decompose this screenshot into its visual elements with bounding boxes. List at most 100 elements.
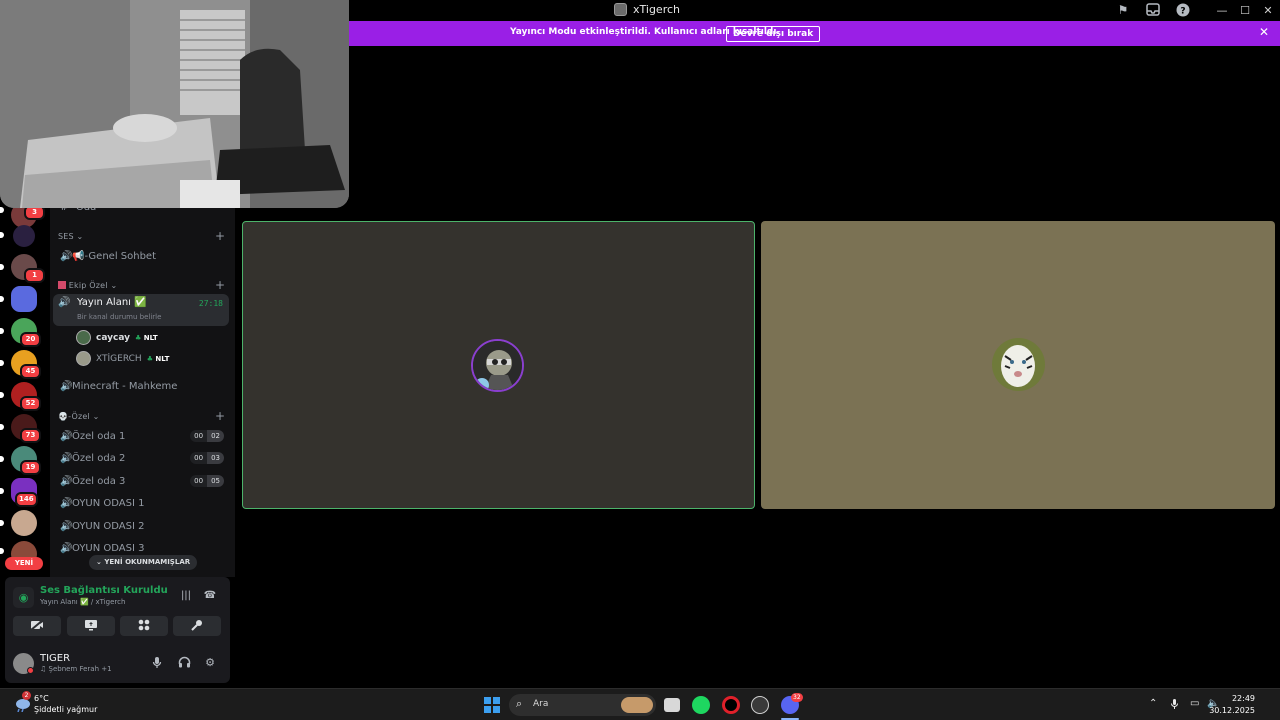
unread-pill-label: YENİ OKUNMAMIŞLAR (104, 558, 191, 566)
temperature[interactable]: 6°C (34, 694, 49, 703)
add-channel-icon[interactable]: + (215, 278, 225, 292)
voice-connection-panel: ◉ Ses Bağlantısı Kuruldu Yayın Alanı ✅ /… (5, 577, 230, 683)
chevron-up-icon[interactable]: ⌃ (1149, 698, 1157, 709)
voice-user[interactable]: XTİGERCH ♣ NLT (76, 351, 169, 366)
taskbar-search[interactable]: ⌕ Ara (509, 694, 656, 716)
file-explorer-icon[interactable] (664, 698, 680, 712)
mention-badge: 19 (20, 460, 41, 475)
server-icon[interactable] (11, 286, 37, 312)
user-limit: 02 (207, 430, 224, 442)
speaker-icon: 🔊 (60, 250, 73, 262)
mention-badge: 146 (15, 492, 38, 507)
channel-ozel-oda-3[interactable]: 🔊 Özel oda 3 00 05 (54, 471, 229, 491)
channel-yayin-alani[interactable]: 🔊 Yayın Alanı ✅ 27:18 Bir kanal durumu b… (53, 294, 229, 326)
user-count: 00 (190, 430, 208, 442)
leaf-icon: ♣ (146, 354, 153, 363)
microphone-icon[interactable] (150, 656, 164, 670)
clan-tag-label: NLT (143, 333, 158, 342)
category-label: SES (58, 232, 74, 241)
close-window-button[interactable]: ✕ (1257, 2, 1279, 19)
network-icon[interactable]: ▭ (1190, 698, 1199, 709)
channel-label: OYUN ODASI 3 (72, 542, 145, 554)
screen-share-button[interactable] (67, 616, 115, 636)
webcam-overlay (0, 0, 349, 208)
channel-label: OYUN ODASI 2 (72, 520, 145, 532)
username[interactable]: TIGER (40, 653, 70, 664)
channel-oyun-odasi-1[interactable]: 🔊 OYUN ODASI 1 (54, 493, 229, 513)
flag-icon[interactable]: ⚑ (1115, 3, 1131, 18)
windows-taskbar: 2 6°C Şiddetli yağmur ⌕ Ara 32 ⌃ ▭ 🔈 22:… (0, 688, 1280, 720)
disconnect-icon[interactable]: ☎ (203, 590, 217, 604)
category-ekip-ozel[interactable]: Ekip Özel ⌄ (58, 281, 117, 290)
disable-streamer-mode-button[interactable]: Devre dışı bırak (726, 26, 821, 42)
server-icon[interactable] (13, 225, 35, 247)
microphone-tray-icon[interactable] (1170, 698, 1179, 713)
opera-icon[interactable] (722, 696, 740, 714)
app-icon[interactable] (751, 696, 769, 714)
settings-gear-icon[interactable]: ⚙ (203, 656, 217, 670)
noise-suppression-icon[interactable]: ||| (179, 590, 193, 604)
channel-ozel-oda-2[interactable]: 🔊 Özel oda 2 00 03 (54, 448, 229, 468)
channel-genel-sohbet[interactable]: 🔊 📢-Genel Sohbet (54, 246, 229, 266)
category-label: Ekip Özel (68, 281, 108, 290)
mention-badge: 45 (20, 364, 41, 379)
connection-status[interactable]: Ses Bağlantısı Kuruldu (40, 585, 168, 596)
category-ses[interactable]: SES ⌄ (58, 232, 83, 241)
minimize-button[interactable]: — (1211, 2, 1233, 19)
channel-oyun-odasi-2[interactable]: 🔊 OYUN ODASI 2 (54, 516, 229, 536)
channel-label: Minecraft - Mahkeme (72, 380, 178, 392)
speaker-icon: 🔊 (60, 452, 73, 464)
help-icon[interactable]: ? (1175, 3, 1191, 18)
close-icon[interactable]: ✕ (1259, 25, 1269, 39)
category-ozel[interactable]: 💀-Özel ⌄ (58, 412, 100, 421)
skull-icon: 💀 (58, 412, 69, 421)
connection-signal-icon: ◉ (13, 587, 34, 608)
camera-off-button[interactable] (13, 616, 61, 636)
user-limit-badge: 00 02 (190, 430, 224, 442)
avatar (471, 339, 524, 392)
listening-activity: ♫ Şebnem Ferah +1 (40, 665, 112, 673)
channel-label: Özel oda 2 (72, 452, 126, 464)
avatar (992, 338, 1045, 391)
inbox-icon[interactable] (1145, 3, 1161, 18)
channel-ozel-oda-1[interactable]: 🔊 Özel oda 1 00 02 (54, 426, 229, 446)
weather-alert-badge: 2 (22, 691, 31, 700)
voice-tile-speaking[interactable] (242, 221, 755, 509)
weather-condition[interactable]: Şiddetli yağmur (34, 705, 97, 714)
headphones-icon[interactable] (177, 656, 191, 670)
maximize-button[interactable]: ☐ (1234, 2, 1256, 19)
streamer-mode-banner: Yayıncı Modu etkinleştirildi. Kullanıcı … (349, 21, 1280, 46)
pink-square-icon (58, 281, 66, 289)
server-icon[interactable] (11, 510, 37, 536)
system-clock[interactable]: 22:49 30.12.2025 (1209, 693, 1255, 717)
activities-button[interactable] (120, 616, 168, 636)
add-channel-icon[interactable]: + (215, 409, 225, 423)
voice-user[interactable]: caycay ♣ NLT (76, 330, 158, 345)
user-limit: 03 (207, 452, 224, 464)
speaker-icon: 🔊 (58, 297, 71, 308)
voice-user-name: caycay (96, 332, 130, 343)
channel-label: 📢-Genel Sohbet (72, 250, 156, 262)
leaf-icon: ♣ (135, 333, 142, 342)
speaker-icon: 🔊 (60, 497, 73, 509)
status-dnd-indicator (27, 667, 34, 674)
search-placeholder: Ara (533, 699, 549, 709)
voice-tile[interactable] (761, 221, 1275, 509)
connection-location[interactable]: Yayın Alanı ✅ / xTigerch (40, 598, 125, 606)
mention-badge: 52 (20, 396, 41, 411)
soundboard-button[interactable] (173, 616, 221, 636)
user-limit-badge: 00 05 (190, 475, 224, 487)
spotify-icon[interactable] (692, 696, 710, 714)
new-unreads-pill[interactable]: ⌄ YENİ OKUNMAMIŞLAR (89, 555, 198, 570)
channel-minecraft[interactable]: 🔊 Minecraft - Mahkeme (54, 376, 229, 396)
search-icon: ⌕ (516, 697, 523, 710)
channel-label: Özel oda 1 (72, 430, 126, 442)
channel-label: Yayın Alanı ✅ (77, 297, 147, 308)
user-limit-badge: 00 03 (190, 452, 224, 464)
add-channel-icon[interactable]: + (215, 229, 225, 243)
new-servers-pill[interactable]: YENİ (5, 557, 43, 570)
windows-start-button[interactable] (484, 697, 500, 713)
channel-status-input[interactable]: Bir kanal durumu belirle (77, 313, 161, 321)
user-count: 00 (190, 452, 208, 464)
clan-tag-label: NLT (155, 354, 170, 363)
